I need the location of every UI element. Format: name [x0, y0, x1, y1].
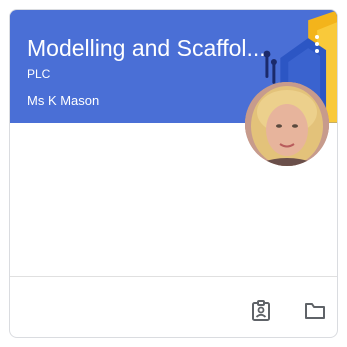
class-card: Modelling and Scaffol... PLC Ms K Mason	[9, 9, 338, 338]
your-work-button[interactable]	[249, 299, 273, 323]
class-section: PLC	[27, 67, 51, 81]
class-title-link[interactable]: Modelling and Scaffol...	[27, 34, 295, 62]
more-vert-icon	[315, 35, 319, 53]
more-options-button[interactable]	[305, 32, 329, 56]
card-divider	[10, 276, 337, 277]
assignment-ind-icon	[252, 300, 270, 321]
teacher-name-link[interactable]: Ms K Mason	[27, 93, 99, 109]
open-folder-button[interactable]	[303, 299, 327, 323]
folder-icon	[305, 303, 325, 319]
teacher-avatar	[245, 82, 329, 166]
